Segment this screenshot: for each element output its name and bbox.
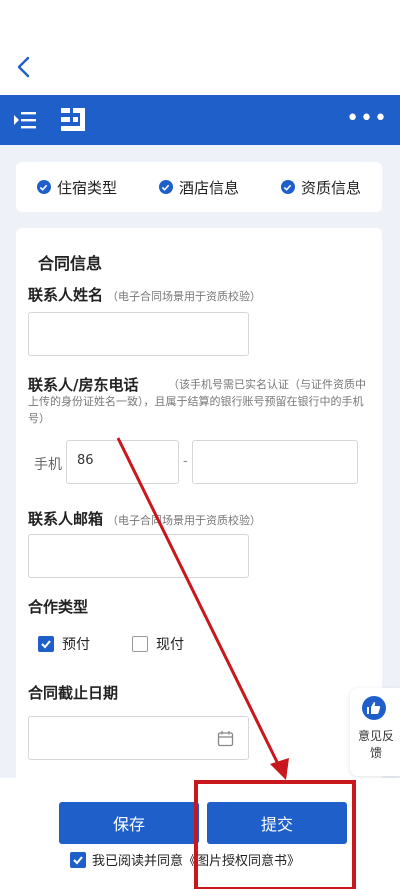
thumbs-up-icon xyxy=(362,696,386,720)
agreement-text[interactable]: 我已阅读并同意《图片授权同意书》 xyxy=(92,850,300,869)
step-accommodation-type[interactable]: 住宿类型 xyxy=(36,177,117,198)
progress-steps: 住宿类型 酒店信息 资质信息 xyxy=(16,162,382,212)
step-qualification-info[interactable]: 资质信息 xyxy=(280,177,361,198)
option-pay-at-hotel[interactable]: 现付 xyxy=(132,634,184,654)
more-options-icon[interactable]: ••• xyxy=(346,107,388,131)
check-circle-icon xyxy=(280,180,295,194)
phone-separator: - xyxy=(183,454,188,469)
email-label: 联系人邮箱 （电子合同场景用于资质校验） xyxy=(28,510,262,528)
phone-hint: （该手机号需已实名认证（与证件资质中上传的身份证姓名一致），且属于结算的银行账号… xyxy=(28,378,366,425)
feedback-widget[interactable]: 意见反馈 xyxy=(350,688,400,776)
contract-info-card: 合同信息 联系人姓名 （电子合同场景用于资质校验） 联系人/房东电话 （该手机号需… xyxy=(16,228,382,788)
option-label: 预付 xyxy=(62,637,90,653)
app-logo-icon xyxy=(61,108,85,131)
agreement-checkbox[interactable] xyxy=(70,851,86,868)
agreement-row[interactable]: 我已阅读并同意《图片授权同意书》 xyxy=(70,850,300,869)
submit-button[interactable]: 提交 xyxy=(207,802,347,844)
deadline-label: 合同截止日期 xyxy=(28,684,119,702)
section-title: 合同信息 xyxy=(38,254,103,273)
phone-number-input[interactable] xyxy=(192,440,358,484)
deadline-date-input[interactable] xyxy=(28,716,249,760)
save-button[interactable]: 保存 xyxy=(59,802,199,844)
country-code-input[interactable]: 86 xyxy=(66,440,179,484)
checkbox-checked[interactable] xyxy=(38,636,54,652)
option-prepay[interactable]: 预付 xyxy=(38,634,90,654)
step-label: 酒店信息 xyxy=(178,178,239,197)
option-label: 现付 xyxy=(156,637,184,653)
bottom-action-bar: 保存 提交 我已阅读并同意《图片授权同意书》 xyxy=(0,778,400,889)
phone-prefix-label: 手机 xyxy=(34,457,62,473)
check-circle-icon xyxy=(158,180,173,194)
email-hint: （电子合同场景用于资质校验） xyxy=(107,514,262,527)
app-bar: ••• xyxy=(0,95,400,145)
top-header xyxy=(0,0,400,95)
step-hotel-info[interactable]: 酒店信息 xyxy=(158,177,239,198)
feedback-label: 意见反馈 xyxy=(357,729,394,760)
contact-name-input[interactable] xyxy=(28,312,249,356)
email-input[interactable] xyxy=(28,534,249,578)
back-chevron-icon[interactable] xyxy=(12,54,36,80)
contact-name-hint: （电子合同场景用于资质校验） xyxy=(107,290,262,303)
step-label: 资质信息 xyxy=(300,178,361,197)
step-label: 住宿类型 xyxy=(56,178,117,197)
menu-indent-icon[interactable] xyxy=(12,108,38,132)
cooperation-type-label: 合作类型 xyxy=(28,598,89,616)
country-code-value: 86 xyxy=(77,453,94,468)
contact-name-label: 联系人姓名 （电子合同场景用于资质校验） xyxy=(28,286,262,304)
calendar-icon[interactable] xyxy=(217,730,234,747)
checkbox-unchecked[interactable] xyxy=(132,636,148,652)
check-circle-icon xyxy=(36,180,51,194)
